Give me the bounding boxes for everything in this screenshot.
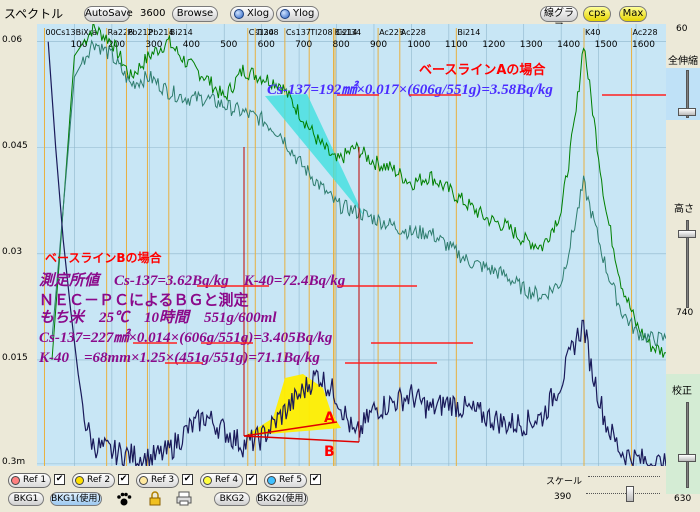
ref5-checkbox[interactable]: ✔ [310,474,321,485]
nuclide-label: Cs137 [286,28,311,37]
x-tick-label: 700 [295,40,312,50]
window-title: スペクトル [4,7,64,21]
ref2-label: Ref 2 [87,475,111,485]
y-tick-label: 0.06 [2,34,23,45]
zoom-label: 全伸縮 [668,56,698,67]
height-label: 高さ [674,204,694,215]
autosave-button[interactable]: AutoSave [84,6,133,22]
x-tick-label: 900 [370,40,387,50]
calib-value: 630 [674,494,692,504]
right-panel: 60 全伸縮 高さ 740 校正 630 [666,24,700,512]
ref4-button[interactable]: Ref 4 [200,473,244,488]
zoom-slider-thumb[interactable] [678,108,696,116]
nuclide-label: Cs134 [336,28,361,37]
radio-icon [280,9,290,19]
ref2-button[interactable]: Ref 2 [72,473,116,488]
x-tick-label: 1200 [482,40,505,50]
nuclide-label: Ac228 [401,28,426,37]
bottom-bar: Ref 1 ✔ Ref 2 ✔ Ref 3 ✔ Ref 4 ✔ Ref 5 ✔ … [0,466,666,512]
ref2-color-icon [75,476,84,485]
ref3-color-icon [139,476,148,485]
y-tick-label: 0.03 [2,246,23,257]
x-tick-label: 1400 [557,40,580,50]
baseline-b-heading: ベースラインBの場合 [45,250,163,265]
x-tick-label: 1300 [520,40,543,50]
channel-value: 3600 [140,8,166,19]
x-tick-label: 1600 [632,40,655,50]
y-tick-label: 0.3m [2,456,26,467]
y-tick-label: 0.015 [2,352,28,363]
cps-button[interactable]: cps [583,6,611,22]
height-slider-thumb[interactable] [678,230,696,238]
ref1-label: Ref 1 [23,475,47,485]
baseline-a-heading: ベースラインAの場合 [419,62,546,78]
bkg2-button[interactable]: BKG2 [214,492,250,506]
nuclide-label: Bi214 [457,28,480,37]
nuclide-label: K40 [585,28,600,37]
ref3-label: Ref 3 [151,475,175,485]
ref2-checkbox[interactable]: ✔ [118,474,129,485]
x-tick-label: 1500 [595,40,618,50]
printer-icon[interactable] [176,491,192,506]
toolbar: スペクトル AutoSave 3600 Browse Xlog Ylog 線グラ… [0,0,700,33]
xlog-label: Xlog [247,8,270,19]
scale-label: スケール [546,477,583,487]
x-tick-label: 600 [258,40,275,50]
lock-icon[interactable] [148,491,162,506]
ref3-checkbox[interactable]: ✔ [182,474,193,485]
ref4-checkbox[interactable]: ✔ [246,474,257,485]
ref1-checkbox[interactable]: ✔ [54,474,65,485]
ref1-color-icon [11,476,20,485]
nuclide-label: Ac228 [633,28,658,37]
label-a: A [324,410,335,426]
ref5-color-icon [267,476,276,485]
bkg1-button[interactable]: BKG1 [8,492,44,506]
bkg2-use-button[interactable]: BKG2(使用) [256,492,308,506]
top-value: 60 [676,24,688,34]
height-value: 740 [676,308,694,318]
x-tick-label: 1000 [407,40,430,50]
nuclide-label: Tl208 [255,28,278,37]
x-tick-label: 1100 [445,40,468,50]
calib-label: 校正 [672,386,692,397]
x-tick-label: 500 [220,40,237,50]
spectrum-chart: 00Cs13BiXra Ra226Pb212Pb214Bi214 Cs134Tl20… [37,24,666,466]
spectrum-window: スペクトル AutoSave 3600 Browse Xlog Ylog 線グラ… [0,0,700,512]
ref4-color-icon [203,476,212,485]
browse-button[interactable]: Browse [172,6,218,22]
y-tick-label: 0.045 [2,140,28,151]
calib-slider-track[interactable] [686,402,689,488]
calib-slider-thumb[interactable] [678,454,696,462]
scale-slider-track[interactable] [586,493,660,495]
scale-value: 390 [554,492,572,502]
ref4-label: Ref 4 [215,475,239,485]
bg-note: ＮＥＣ－ＰＣによるＢＧと測定 [39,291,249,309]
ylog-label: Ylog [293,8,315,19]
paw-icon[interactable] [116,492,132,506]
bkg1-use-button[interactable]: BKG1(使用) [50,492,102,506]
scale-slider-thumb[interactable] [626,486,634,502]
ylog-toggle[interactable]: Ylog [276,6,320,22]
nuclide-label: Bi214 [170,28,193,37]
nuclide-label: Tl208 [309,28,332,37]
ref1-button[interactable]: Ref 1 [8,473,52,488]
label-b: B [324,444,335,460]
xlog-toggle[interactable]: Xlog [230,6,275,22]
ref5-button[interactable]: Ref 5 [264,473,308,488]
ref5-label: Ref 5 [279,475,303,485]
x-tick-label: 800 [333,40,350,50]
measured-values: 測定所値 Cs-137=3.62Bq/kg K-40=72.4Bq/kg [39,271,346,289]
nuclide-label: 00Cs13BiXra [45,28,97,37]
cs137-formula: Cs-137=227㎟×0.014×(606g/551g)=3.405Bq/kg [39,328,333,346]
scale-ticks [588,476,660,480]
max-button[interactable]: Max [619,6,647,22]
sample-info: もち米 25℃ 10時間 551g/600ml [39,309,277,326]
ref3-button[interactable]: Ref 3 [136,473,180,488]
radio-icon [234,9,244,19]
line-graph-button[interactable]: 線グラフ [540,6,578,33]
x-tick-label: 400 [183,40,200,50]
